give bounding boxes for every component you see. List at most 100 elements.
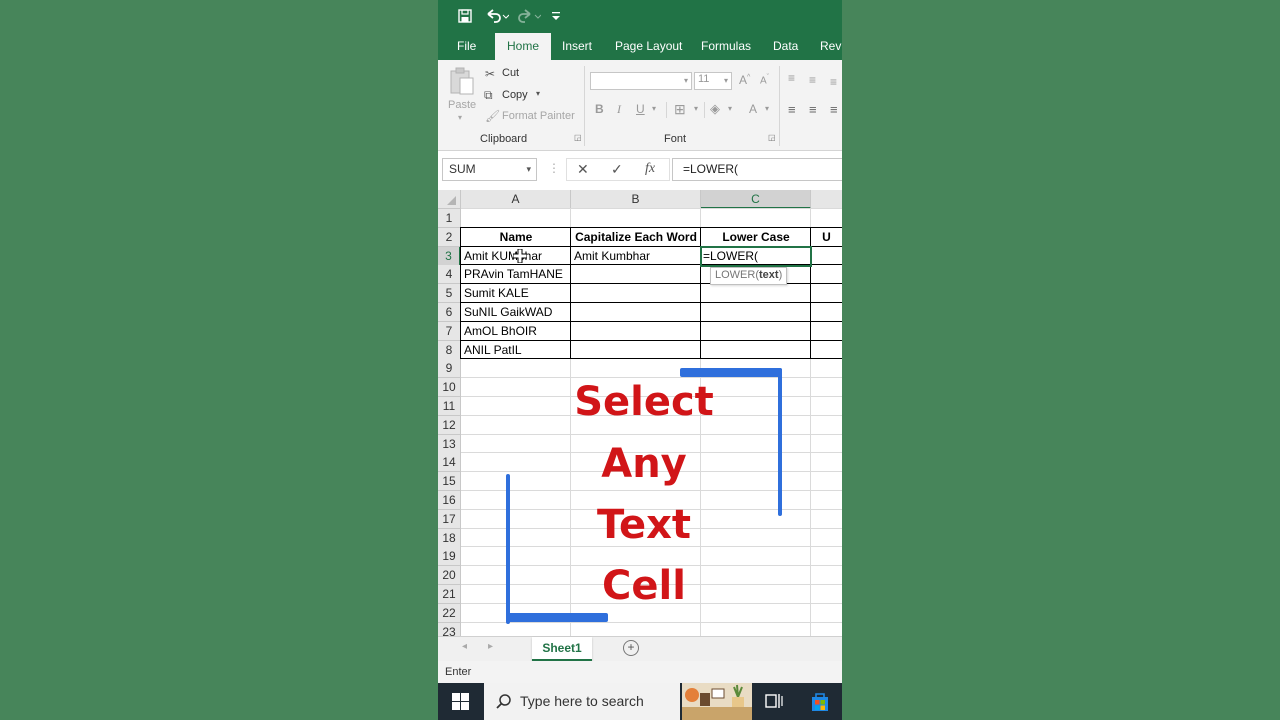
save-icon[interactable] — [456, 6, 474, 26]
row-header[interactable]: 22 — [438, 604, 461, 623]
align-top-icon[interactable]: ≡ — [788, 71, 795, 85]
scroll-left-icon[interactable]: ◂ — [462, 641, 467, 652]
paste-label[interactable]: Paste — [448, 99, 476, 111]
tab-review[interactable]: Revi — [820, 32, 842, 60]
task-view-icon[interactable] — [765, 692, 783, 715]
scroll-right-icon[interactable]: ▸ — [488, 641, 493, 652]
increase-font-size-icon[interactable]: A^ — [739, 73, 750, 87]
format-painter-button[interactable]: Format Painter — [502, 110, 575, 122]
column-header-b[interactable]: B — [571, 190, 701, 209]
tab-insert[interactable]: Insert — [562, 32, 592, 60]
row-header[interactable]: 5 — [438, 284, 461, 303]
name-cell[interactable]: AmOL BhOIR — [464, 322, 569, 340]
table-header-cell[interactable]: Name — [461, 228, 571, 246]
table-header-cell[interactable]: U — [811, 228, 842, 246]
row-header[interactable]: 11 — [438, 397, 461, 416]
taskbar-search-box[interactable]: Type here to search — [484, 683, 680, 720]
windows-start-icon[interactable] — [452, 693, 469, 715]
row-header[interactable]: 4 — [438, 265, 461, 284]
format-painter-icon[interactable]: 🖌 — [485, 109, 500, 123]
enter-icon[interactable]: ✓ — [611, 161, 623, 178]
row-header[interactable]: 12 — [438, 416, 461, 435]
tooltip-function: LOWER( — [715, 269, 759, 281]
tab-data[interactable]: Data — [773, 32, 798, 60]
borders-dropdown-icon[interactable]: ▾ — [694, 104, 698, 113]
bold-button[interactable]: B — [595, 102, 604, 116]
tab-file[interactable]: File — [457, 32, 476, 60]
tooltip-argument: text — [759, 269, 779, 281]
row-header[interactable]: 20 — [438, 566, 461, 585]
underline-dropdown-icon[interactable]: ▾ — [652, 104, 656, 113]
font-size-combo[interactable]: 11 ▾ — [694, 72, 732, 90]
borders-icon[interactable]: ⊞ — [674, 101, 686, 118]
row-header[interactable]: 16 — [438, 491, 461, 510]
gridline-h — [461, 622, 842, 623]
clipboard-launcher-icon[interactable]: ◲ — [574, 133, 582, 142]
redo-icon[interactable] — [516, 6, 542, 26]
formula-bar-grip-icon[interactable]: ⋮ — [548, 161, 560, 175]
align-middle-icon[interactable]: ≡ — [809, 73, 816, 87]
align-right-icon[interactable]: ≡ — [830, 102, 838, 117]
row-header[interactable]: 3 — [438, 247, 461, 266]
grow-font-glyph: A — [739, 73, 748, 87]
italic-button[interactable]: I — [617, 102, 621, 117]
row-header[interactable]: 7 — [438, 322, 461, 341]
table-header-cell[interactable]: Lower Case — [701, 228, 811, 246]
align-left-icon[interactable]: ≡ — [788, 102, 796, 117]
capitalized-cell[interactable]: Amit Kumbhar — [574, 247, 699, 265]
undo-icon[interactable] — [484, 6, 510, 26]
copy-button[interactable]: Copy — [502, 89, 528, 101]
fill-color-icon[interactable]: ◈ — [710, 101, 720, 117]
paste-icon[interactable] — [449, 67, 475, 97]
font-name-combo[interactable]: ▾ — [590, 72, 692, 90]
row-header[interactable]: 18 — [438, 529, 461, 548]
table-header-cell[interactable]: Capitalize Each Word — [571, 228, 701, 246]
new-sheet-icon[interactable]: + — [623, 640, 639, 656]
tab-formulas[interactable]: Formulas — [701, 32, 751, 60]
select-all-corner[interactable] — [438, 190, 461, 209]
row-header[interactable]: 21 — [438, 585, 461, 604]
tab-home[interactable]: Home — [495, 33, 552, 60]
row-header[interactable]: 9 — [438, 359, 461, 378]
copy-dropdown-icon[interactable]: ▾ — [536, 89, 540, 98]
row-header[interactable]: 6 — [438, 303, 461, 322]
row-header[interactable]: 8 — [438, 341, 461, 360]
row-header[interactable]: 2 — [438, 228, 461, 247]
decrease-font-size-icon[interactable]: Aˇ — [760, 74, 769, 86]
column-header-d[interactable] — [811, 190, 842, 209]
column-header-a[interactable]: A — [461, 190, 571, 209]
row-header[interactable]: 19 — [438, 547, 461, 566]
formula-input[interactable]: =LOWER( — [672, 158, 842, 181]
column-header-c[interactable]: C — [701, 190, 811, 209]
customize-qat-icon[interactable] — [550, 6, 562, 26]
font-launcher-icon[interactable]: ◲ — [768, 133, 776, 142]
tab-page-layout[interactable]: Page Layout — [615, 32, 682, 60]
row-header[interactable]: 15 — [438, 472, 461, 491]
underline-button[interactable]: U — [636, 102, 645, 116]
font-color-dropdown-icon[interactable]: ▾ — [765, 104, 769, 113]
row-header[interactable]: 10 — [438, 378, 461, 397]
insert-function-icon[interactable]: fx — [645, 161, 655, 177]
table-border-v — [460, 227, 461, 359]
sheet-tab-sheet1[interactable]: Sheet1 — [532, 637, 592, 661]
cut-button[interactable]: Cut — [502, 67, 519, 79]
row-header[interactable]: 17 — [438, 510, 461, 529]
paste-dropdown-icon[interactable]: ▾ — [458, 113, 462, 122]
name-cell[interactable]: Sumit KALE — [464, 284, 569, 302]
fill-dropdown-icon[interactable]: ▾ — [728, 104, 732, 113]
name-box[interactable]: SUM ▾ — [442, 158, 537, 181]
name-cell[interactable]: SuNIL GaikWAD — [464, 303, 569, 321]
row-header[interactable]: 14 — [438, 453, 461, 472]
name-cell[interactable]: ANIL PatIL — [464, 341, 569, 359]
font-color-button[interactable]: A — [749, 102, 757, 116]
align-center-icon[interactable]: ≡ — [809, 102, 817, 117]
copy-icon[interactable]: ⧉ — [484, 88, 493, 103]
align-bottom-icon[interactable]: ≡ — [830, 75, 837, 89]
microsoft-store-icon[interactable] — [809, 691, 831, 718]
row-header[interactable]: 23 — [438, 623, 461, 636]
row-header[interactable]: 13 — [438, 435, 461, 454]
scissors-icon[interactable]: ✂ — [485, 67, 495, 81]
row-header[interactable]: 1 — [438, 209, 461, 228]
chevron-down-icon: ▾ — [723, 76, 728, 85]
cancel-icon[interactable]: ✕ — [577, 161, 589, 178]
